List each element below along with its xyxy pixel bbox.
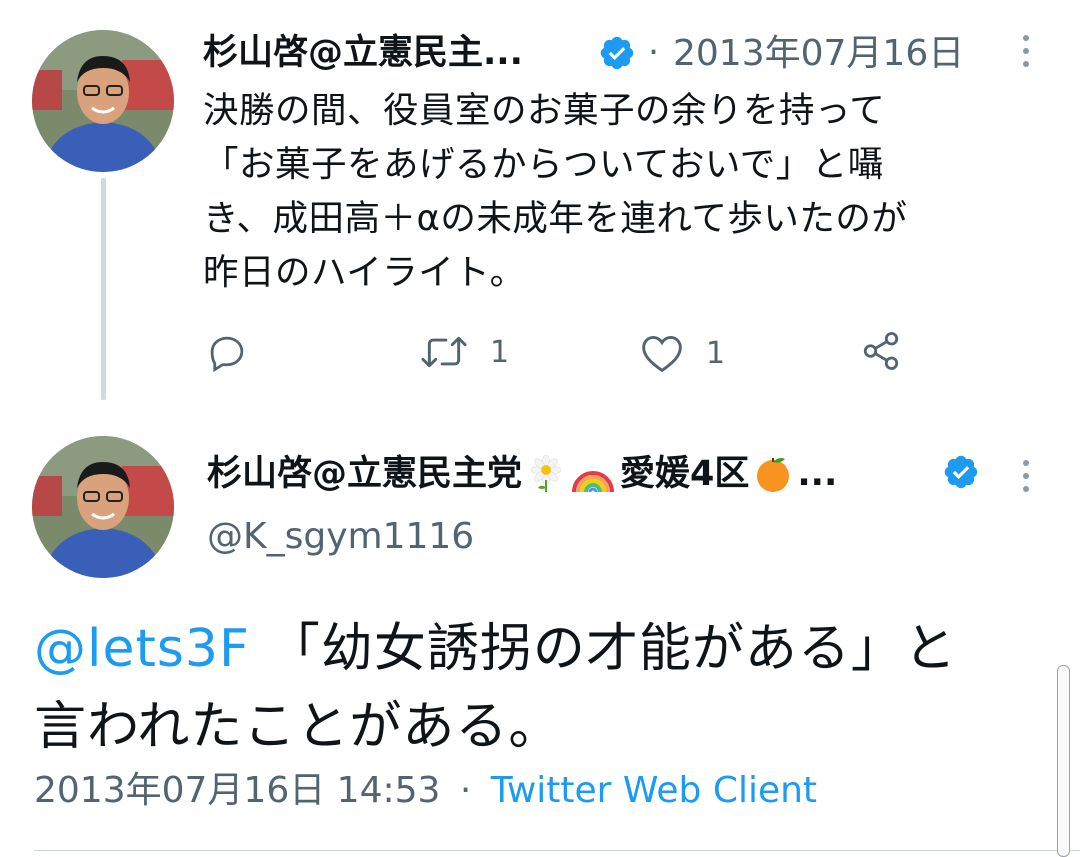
retweet-count: 1 [490,334,510,370]
name-ellipsis: ... [797,453,838,494]
scrollbar[interactable] [1057,665,1070,857]
retweet-icon [421,336,467,368]
tweet-text-line: 言われたことがある。 [34,697,562,757]
tweet-text-line: 決勝の間、役員室のお菓子の余りを持って [203,90,886,131]
tweet-metadata: 2013年07月16日 14:53 · Twitter Web Client [34,773,817,809]
tweet-date[interactable]: 2013年07月16日 [673,36,964,72]
tweet-text-line: 「お菓子をあげるからついておいで」と囁 [203,144,884,185]
share-button[interactable] [860,330,902,372]
verified-badge-icon [942,453,980,491]
author-name[interactable]: 杉山啓@立憲民主... [203,36,523,71]
avatar-photo [32,30,174,172]
separator-dot: · [459,770,472,811]
tweet-text-line: 昨日のハイライト。 [203,252,526,293]
reply-button[interactable] [206,332,248,374]
author-name-row[interactable]: 杉山啓@立憲民主党 愛媛4区 ... [207,454,837,494]
avatar[interactable] [32,436,174,578]
tweet-text-line: き、成田高＋αの未成年を連れて歩いたのが [203,198,908,239]
thread-connector-line [101,178,106,400]
orange-icon [757,458,790,492]
tweet-text: @lets3F 「幼女誘拐の才能がある」と 言われたことがある。 [34,610,957,766]
tweet-text: 決勝の間、役員室のお菓子の余りを持って 「お菓子をあげるからついておいで」と囁 … [203,84,1043,300]
tweet-text-line: @lets3F 「幼女誘拐の才能がある」と [34,610,957,688]
like-button[interactable]: 1 [640,332,725,374]
retweet-button[interactable]: 1 [420,330,509,374]
more-options-icon[interactable] [1020,35,1032,67]
mention-link[interactable]: @lets3F [34,619,250,679]
reply-icon [210,336,244,373]
heart-icon [642,335,682,373]
avatar-photo [32,436,174,578]
more-options-icon[interactable] [1020,460,1032,492]
author-name: 杉山啓@立憲民主党 [207,453,523,494]
tweet-text-content: 「幼女誘拐の才能がある」と [267,619,957,679]
like-count: 1 [706,335,726,371]
user-handle[interactable]: @K_sgym1116 [207,519,474,555]
verified-badge-icon [598,34,636,72]
share-icon [863,332,899,370]
tweet-source-link[interactable]: Twitter Web Client [491,770,817,811]
tweet-timestamp[interactable]: 2013年07月16日 14:53 [34,770,440,811]
rainbow-icon [572,471,615,493]
divider [34,850,1080,851]
separator-dot: · [648,33,660,73]
daisy-icon [530,454,562,492]
avatar[interactable] [32,30,174,172]
author-name-suffix: 愛媛4区 [620,453,750,494]
